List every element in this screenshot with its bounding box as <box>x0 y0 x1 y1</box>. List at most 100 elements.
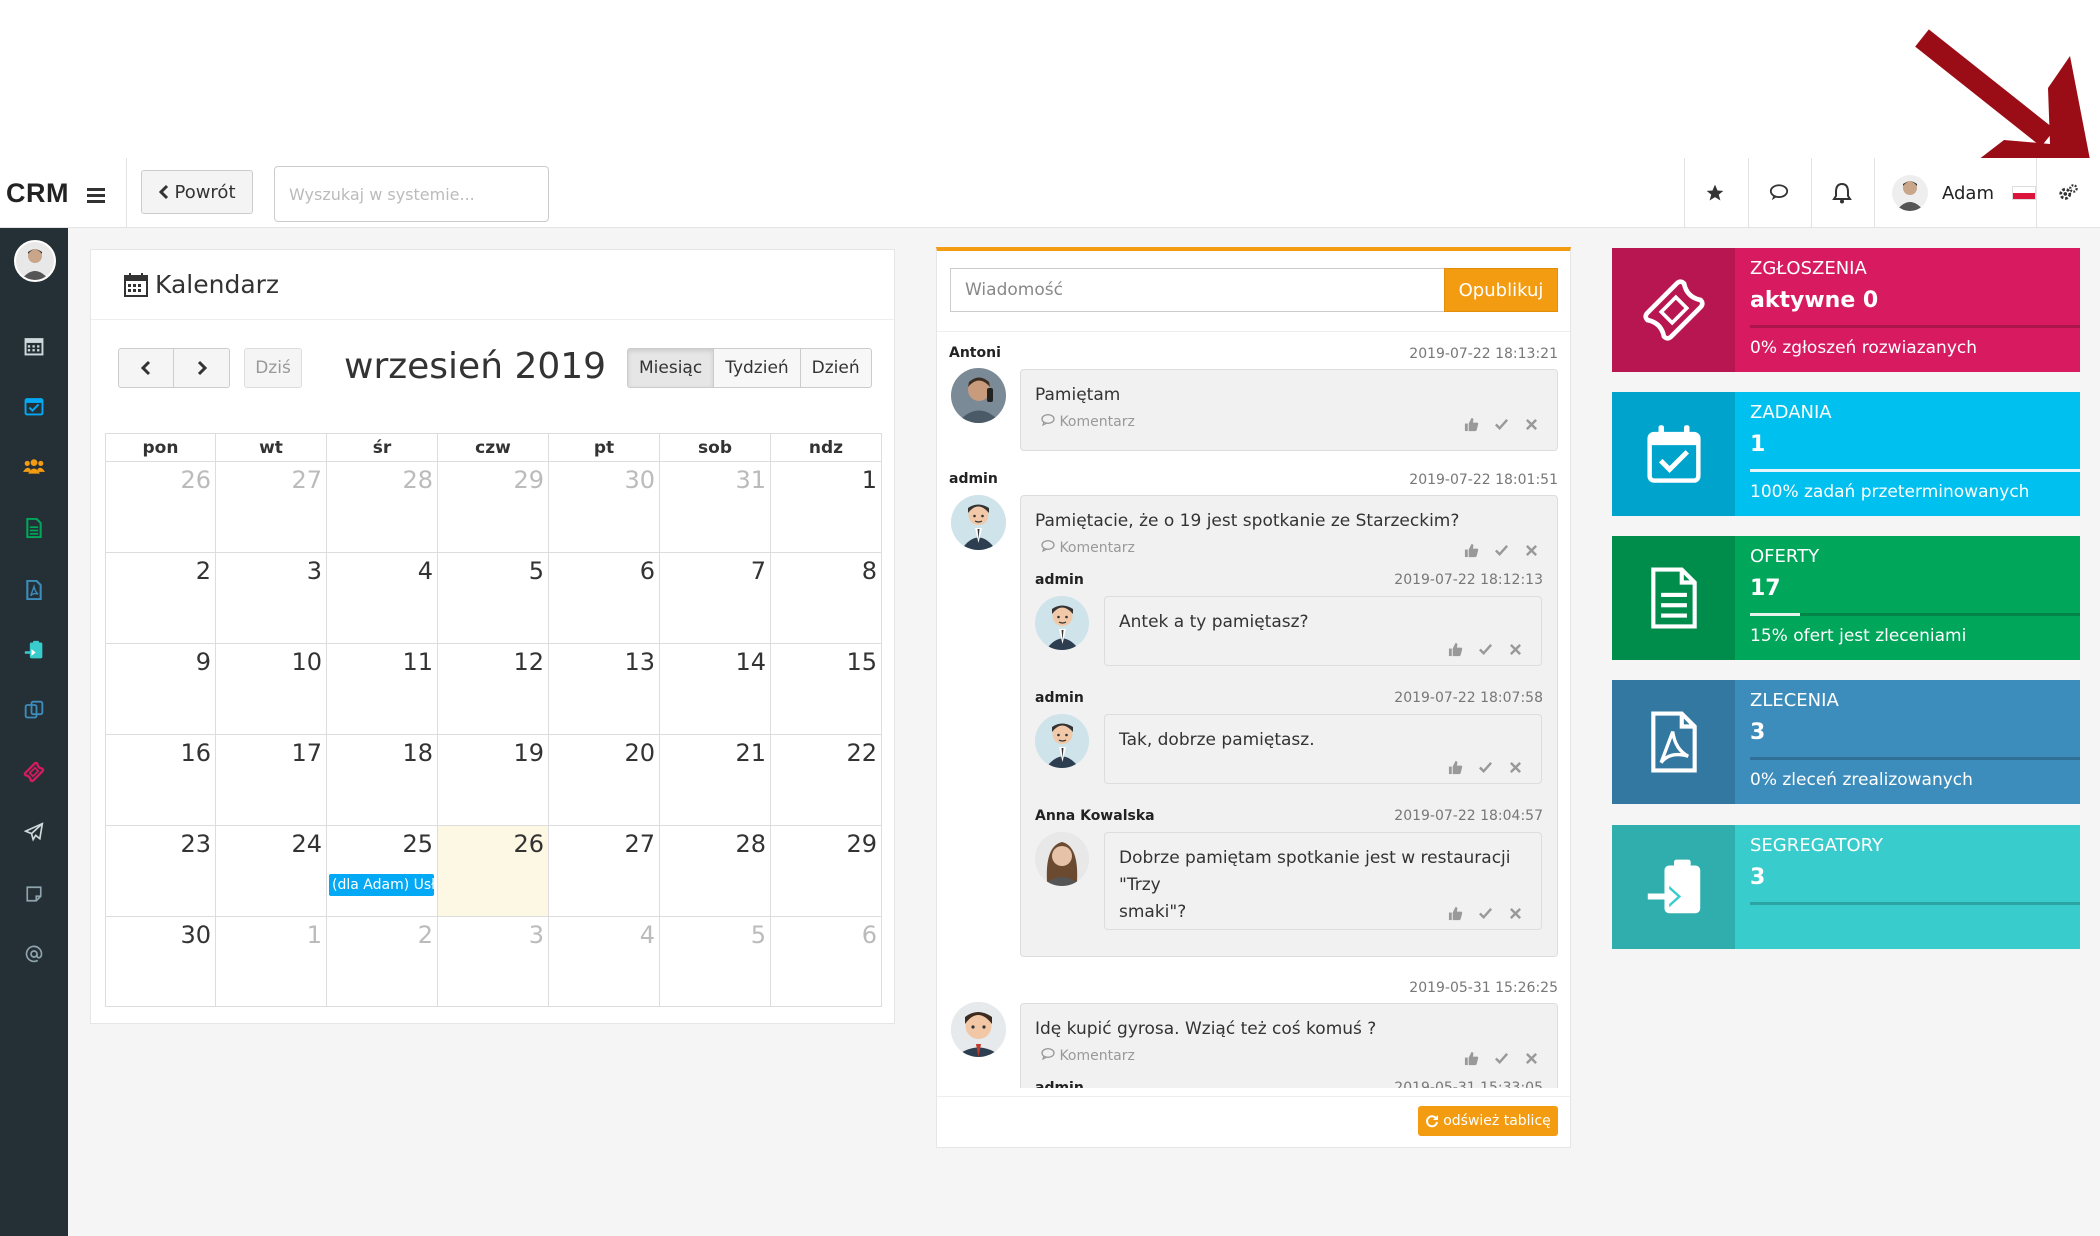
calendar-day[interactable]: 13 <box>549 643 660 734</box>
stat-description: 0% zleceń zrealizowanych <box>1750 770 1973 790</box>
calendar-day[interactable]: 4 <box>327 552 438 643</box>
sidebar-item-note[interactable] <box>0 872 68 916</box>
message-input[interactable] <box>950 268 1444 312</box>
calendar-day[interactable]: 1 <box>771 461 882 552</box>
stat-box-zadania[interactable]: ZADANIA 1 100% zadań przeterminowanych <box>1612 392 2080 516</box>
stat-box-oferty[interactable]: OFERTY 17 15% ofert jest zleceniami <box>1612 536 2080 660</box>
sidebar-item-copy[interactable] <box>0 688 68 732</box>
back-button[interactable]: Powrót <box>141 170 253 214</box>
settings-gears-icon[interactable] <box>2036 158 2100 228</box>
calendar-day[interactable]: 28 <box>327 461 438 552</box>
calendar-day[interactable]: 3 <box>438 916 549 1007</box>
sidebar-item-users[interactable] <box>0 444 68 488</box>
thumbs-up-icon[interactable] <box>1463 542 1479 558</box>
calendar-day[interactable]: 18 <box>327 734 438 825</box>
calendar-day[interactable]: 7 <box>660 552 771 643</box>
calendar-day[interactable]: 9 <box>105 643 216 734</box>
calendar-day[interactable]: 17 <box>216 734 327 825</box>
calendar-day[interactable]: 29 <box>771 825 882 916</box>
stat-box-segregatory[interactable]: SEGREGATORY 3 <box>1612 825 2080 949</box>
comment-link[interactable]: Komentarz <box>1041 414 1135 430</box>
calendar-day[interactable]: 30 <box>105 916 216 1007</box>
calendar-day[interactable]: 20 <box>549 734 660 825</box>
calendar-day[interactable]: 5 <box>438 552 549 643</box>
calendar-day[interactable]: 31 <box>660 461 771 552</box>
calendar-day[interactable]: 6 <box>771 916 882 1007</box>
calendar-day[interactable]: 4 <box>549 916 660 1007</box>
calendar-day[interactable]: 27 <box>549 825 660 916</box>
checkmark-icon[interactable] <box>1493 416 1509 432</box>
calendar-day[interactable]: 5 <box>660 916 771 1007</box>
view-button-0[interactable]: Miesiąc <box>627 348 715 388</box>
calendar-day-today[interactable]: 26 <box>438 825 549 916</box>
calendar-day[interactable]: 3 <box>216 552 327 643</box>
thumbs-up-icon[interactable] <box>1447 641 1463 657</box>
chat-icon[interactable] <box>1748 158 1810 228</box>
checkmark-icon[interactable] <box>1493 542 1509 558</box>
calendar-day[interactable]: 8 <box>771 552 882 643</box>
publish-button[interactable]: Opublikuj <box>1444 268 1558 312</box>
calendar-day[interactable]: 15 <box>771 643 882 734</box>
comment-link[interactable]: Komentarz <box>1041 540 1135 556</box>
stat-box-zlecenia[interactable]: ZLECENIA 3 0% zleceń zrealizowanych <box>1612 680 2080 804</box>
calendar-day[interactable]: 19 <box>438 734 549 825</box>
bell-icon[interactable] <box>1811 158 1873 228</box>
checkmark-icon[interactable] <box>1477 759 1493 775</box>
sidebar-user-avatar[interactable] <box>14 240 56 282</box>
refresh-wall-button[interactable]: odśwież tablicę <box>1418 1106 1558 1136</box>
sidebar-item-pdf[interactable] <box>0 568 68 612</box>
close-icon[interactable] <box>1507 905 1523 921</box>
calendar-day[interactable]: 26 <box>105 461 216 552</box>
close-icon[interactable] <box>1523 1050 1539 1066</box>
calendar-day[interactable]: 23 <box>105 825 216 916</box>
sidebar-item-at[interactable] <box>0 932 68 976</box>
calendar-day[interactable]: 11 <box>327 643 438 734</box>
checkmark-icon[interactable] <box>1477 641 1493 657</box>
checkmark-icon[interactable] <box>1477 905 1493 921</box>
today-button[interactable]: Dziś <box>244 348 302 388</box>
calendar-day[interactable]: 24 <box>216 825 327 916</box>
calendar-day[interactable]: 14 <box>660 643 771 734</box>
calendar-day[interactable]: 6 <box>549 552 660 643</box>
thumbs-up-icon[interactable] <box>1447 759 1463 775</box>
calendar-day[interactable]: 1 <box>216 916 327 1007</box>
sidebar-item-paper-plane[interactable] <box>0 810 68 854</box>
favorites-star-icon[interactable] <box>1684 158 1746 228</box>
calendar-day[interactable]: 27 <box>216 461 327 552</box>
calendar-day[interactable]: 30 <box>549 461 660 552</box>
close-icon[interactable] <box>1523 416 1539 432</box>
calendar-day[interactable]: 29 <box>438 461 549 552</box>
sidebar-item-clipboard-import[interactable] <box>0 628 68 672</box>
thumbs-up-icon[interactable] <box>1463 1050 1479 1066</box>
calendar-event[interactable]: (dla Adam) Usł <box>329 874 434 896</box>
sidebar-item-document[interactable] <box>0 506 68 550</box>
sidebar-item-calendar-check[interactable] <box>0 384 68 428</box>
calendar-day[interactable]: 22 <box>771 734 882 825</box>
close-icon[interactable] <box>1507 641 1523 657</box>
thumbs-up-icon[interactable] <box>1447 905 1463 921</box>
close-icon[interactable] <box>1523 542 1539 558</box>
hamburger-menu-icon[interactable] <box>82 180 112 210</box>
sidebar-item-calendar[interactable] <box>0 324 68 368</box>
thumbs-up-icon[interactable] <box>1463 416 1479 432</box>
prev-month-button[interactable] <box>118 348 174 388</box>
calendar-day[interactable]: 21 <box>660 734 771 825</box>
calendar-day[interactable]: 2 <box>327 916 438 1007</box>
calendar-day[interactable]: 2 <box>105 552 216 643</box>
view-button-2[interactable]: Dzień <box>799 348 872 388</box>
calendar-day[interactable]: 16 <box>105 734 216 825</box>
search-input[interactable] <box>274 166 549 222</box>
comment-link[interactable]: Komentarz <box>1041 1048 1135 1064</box>
user-menu[interactable]: Adam <box>1892 170 2036 216</box>
checkmark-icon[interactable] <box>1493 1050 1509 1066</box>
sidebar-item-ticket[interactable] <box>0 750 68 794</box>
calendar-day[interactable]: 12 <box>438 643 549 734</box>
calendar-day[interactable]: 10 <box>216 643 327 734</box>
brand-logo[interactable]: CRM <box>6 178 69 209</box>
view-button-1[interactable]: Tydzień <box>713 348 801 388</box>
calendar-day[interactable]: 28 <box>660 825 771 916</box>
next-month-button[interactable] <box>174 348 230 388</box>
stat-box-zgłoszenia[interactable]: ZGŁOSZENIA aktywne 0 0% zgłoszeń rozwiaz… <box>1612 248 2080 372</box>
calendar-day[interactable]: 25 (dla Adam) Usł <box>327 825 438 916</box>
close-icon[interactable] <box>1507 759 1523 775</box>
